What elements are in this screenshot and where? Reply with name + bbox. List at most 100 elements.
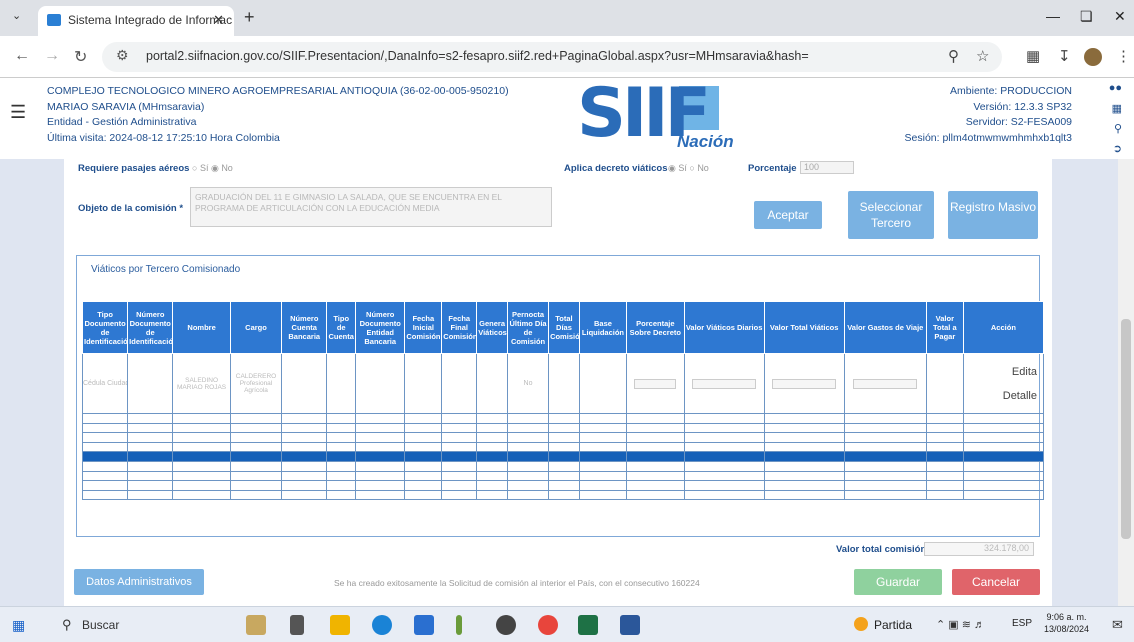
reload-icon[interactable]: ↻ [74,47,87,67]
col-header: Base Liquidación [578,301,628,354]
objeto-textarea[interactable]: GRADUACIÓN DEL 11 E GIMNASIO LA SALADA, … [190,187,552,227]
hamburger-menu-icon[interactable]: ☰ [10,102,26,123]
server: Servidor: S2-FESA009 [965,116,1072,128]
maximize-icon[interactable]: ❏ [1080,8,1093,25]
porcentaje-label: Porcentaje [748,163,797,174]
chrome-icon[interactable] [538,615,558,635]
weather-text[interactable]: Partida [874,618,912,632]
table-row-selected [81,451,1045,462]
decreto-radio-group[interactable]: ◉ Sí ○ No [668,163,709,174]
tab-title: Sistema Integrado de Informac [68,13,233,27]
gastos-viaje-input[interactable] [853,378,918,389]
page-scrollbar[interactable] [1118,159,1134,606]
scrollbar-thumb[interactable] [1121,319,1131,539]
download-icon[interactable]: ↧ [1058,47,1071,65]
cell [925,353,964,414]
guardar-button[interactable]: Guardar [854,569,942,595]
search-icon[interactable]: ⚲ [62,617,72,633]
total-label: Valor total comisión [836,544,927,555]
excel-icon[interactable] [578,615,598,635]
porcentaje-input[interactable]: 100 [800,161,854,174]
mail-icon[interactable] [414,615,434,635]
cell [326,353,357,414]
version: Versión: 12.3.3 SP32 [973,100,1072,113]
notifications-icon[interactable]: ✉ [1112,617,1123,633]
total-viaticos-input[interactable] [772,378,837,389]
close-window-icon[interactable]: ✕ [1114,8,1126,25]
pasajes-radio-group[interactable]: ○ Sí ◉ No [192,163,233,174]
pasajes-no: No [221,163,233,173]
clock[interactable]: 9:06 a. m. 13/08/2024 [1044,611,1089,635]
language-indicator[interactable]: ESP [1012,618,1032,629]
edge-icon[interactable] [372,615,392,635]
app-header: ☰ COMPLEJO TECNOLOGICO MINERO AGROEMPRES… [0,74,1134,159]
cell [404,353,443,414]
taskbar: ▦ ⚲ Buscar Partida ⌃ ▣ ≋ ♬ ESP 9:06 a. m… [0,606,1134,642]
app-icon[interactable] [456,615,462,635]
registro-masivo-button[interactable]: Registro Masivo [948,191,1038,239]
cell: SALEDINO MARIAO ROJAS [172,353,231,414]
address-bar: ← → ↻ ⚙ portal2.siifnacion.gov.co/SIIF.P… [0,36,1134,78]
menu-icon[interactable]: ⋮ [1116,47,1131,65]
url-input[interactable]: ⚙ portal2.siifnacion.gov.co/SIIF.Present… [102,42,1002,72]
users-icon[interactable]: ●● [1109,82,1122,94]
col-header: Cargo [229,301,283,354]
decreto-label: Aplica decreto viáticos [564,163,668,174]
browser-tab[interactable]: Sistema Integrado de Informac ✕ [38,6,234,36]
minimize-icon[interactable]: — [1046,8,1060,24]
task-view-icon[interactable] [290,615,304,635]
porcentaje-cell-input[interactable] [634,378,677,389]
weather-icon[interactable] [854,617,868,631]
extensions-icon[interactable]: ▦ [1026,47,1040,65]
close-tab-icon[interactable]: ✕ [213,12,224,28]
table-row[interactable]: Cédula Ciudadanía SALEDINO MARIAO ROJAS … [81,353,1045,414]
building-icon[interactable]: ▦ [1112,102,1122,115]
col-header: Nombre [172,301,231,354]
taskbar-search[interactable]: Buscar [82,618,119,632]
cell[interactable] [843,353,927,414]
widgets-icon[interactable] [246,615,266,635]
tab-list-chevron-icon[interactable]: ⌄ [12,9,21,22]
viaticos-diarios-input[interactable] [692,378,757,389]
windows-start-icon[interactable]: ▦ [12,617,25,634]
pasajes-si: Sí [199,163,209,173]
cell: Edita Detalle [962,353,1045,414]
forward-icon[interactable]: → [44,47,60,65]
cell[interactable] [626,353,685,414]
cell[interactable] [683,353,765,414]
new-tab-icon[interactable]: + [244,7,255,28]
cell: Cédula Ciudadanía [81,353,129,414]
zoom-icon[interactable]: ⚲ [948,47,959,65]
app-c-icon[interactable] [496,615,516,635]
col-header: Valor Total a Pagar [925,301,964,354]
aceptar-button[interactable]: Aceptar [754,201,822,229]
clock-date: 13/08/2024 [1044,624,1090,634]
clock-time: 9:06 a. m. [1046,612,1087,622]
back-icon[interactable]: ← [14,47,30,65]
seleccionar-tercero-button[interactable]: Seleccionar Tercero [848,191,934,239]
datos-administrativos-button[interactable]: Datos Administrativos [74,569,204,595]
cancelar-button[interactable]: Cancelar [952,569,1040,595]
cell [355,353,406,414]
logout-icon[interactable]: ➲ [1113,142,1122,155]
editar-link[interactable]: Edita [964,360,1037,384]
user-name: MARIAO SARAVIA (MHmsaravia) [47,100,205,113]
header-info: COMPLEJO TECNOLOGICO MINERO AGROEMPRESAR… [47,84,509,146]
tray-icons[interactable]: ⌃ ▣ ≋ ♬ [936,618,985,631]
total-value: 324.178,00 [924,542,1034,556]
file-explorer-icon[interactable] [330,615,350,635]
profile-avatar[interactable] [1084,48,1102,66]
session: Sesión: pllm4otmwmwmhmhxb1qlt3 [904,131,1072,144]
bookmark-star-icon[interactable]: ☆ [976,47,989,65]
cell[interactable] [763,353,845,414]
col-header: Acción [962,301,1045,354]
detalle-link[interactable]: Detalle [964,384,1037,408]
word-icon[interactable] [620,615,640,635]
site-info-icon[interactable]: ⚙ [116,47,129,64]
col-header: Número Documento de Identificación [127,301,174,354]
cell [578,353,628,414]
main-area: Requiere pasajes aéreos ○ Sí ◉ No Aplica… [0,159,1134,606]
table-row [81,460,1045,472]
key-icon[interactable]: ⚲ [1114,122,1122,135]
browser-tab-bar: ⌄ Sistema Integrado de Informac ✕ + — ❏ … [0,0,1134,36]
